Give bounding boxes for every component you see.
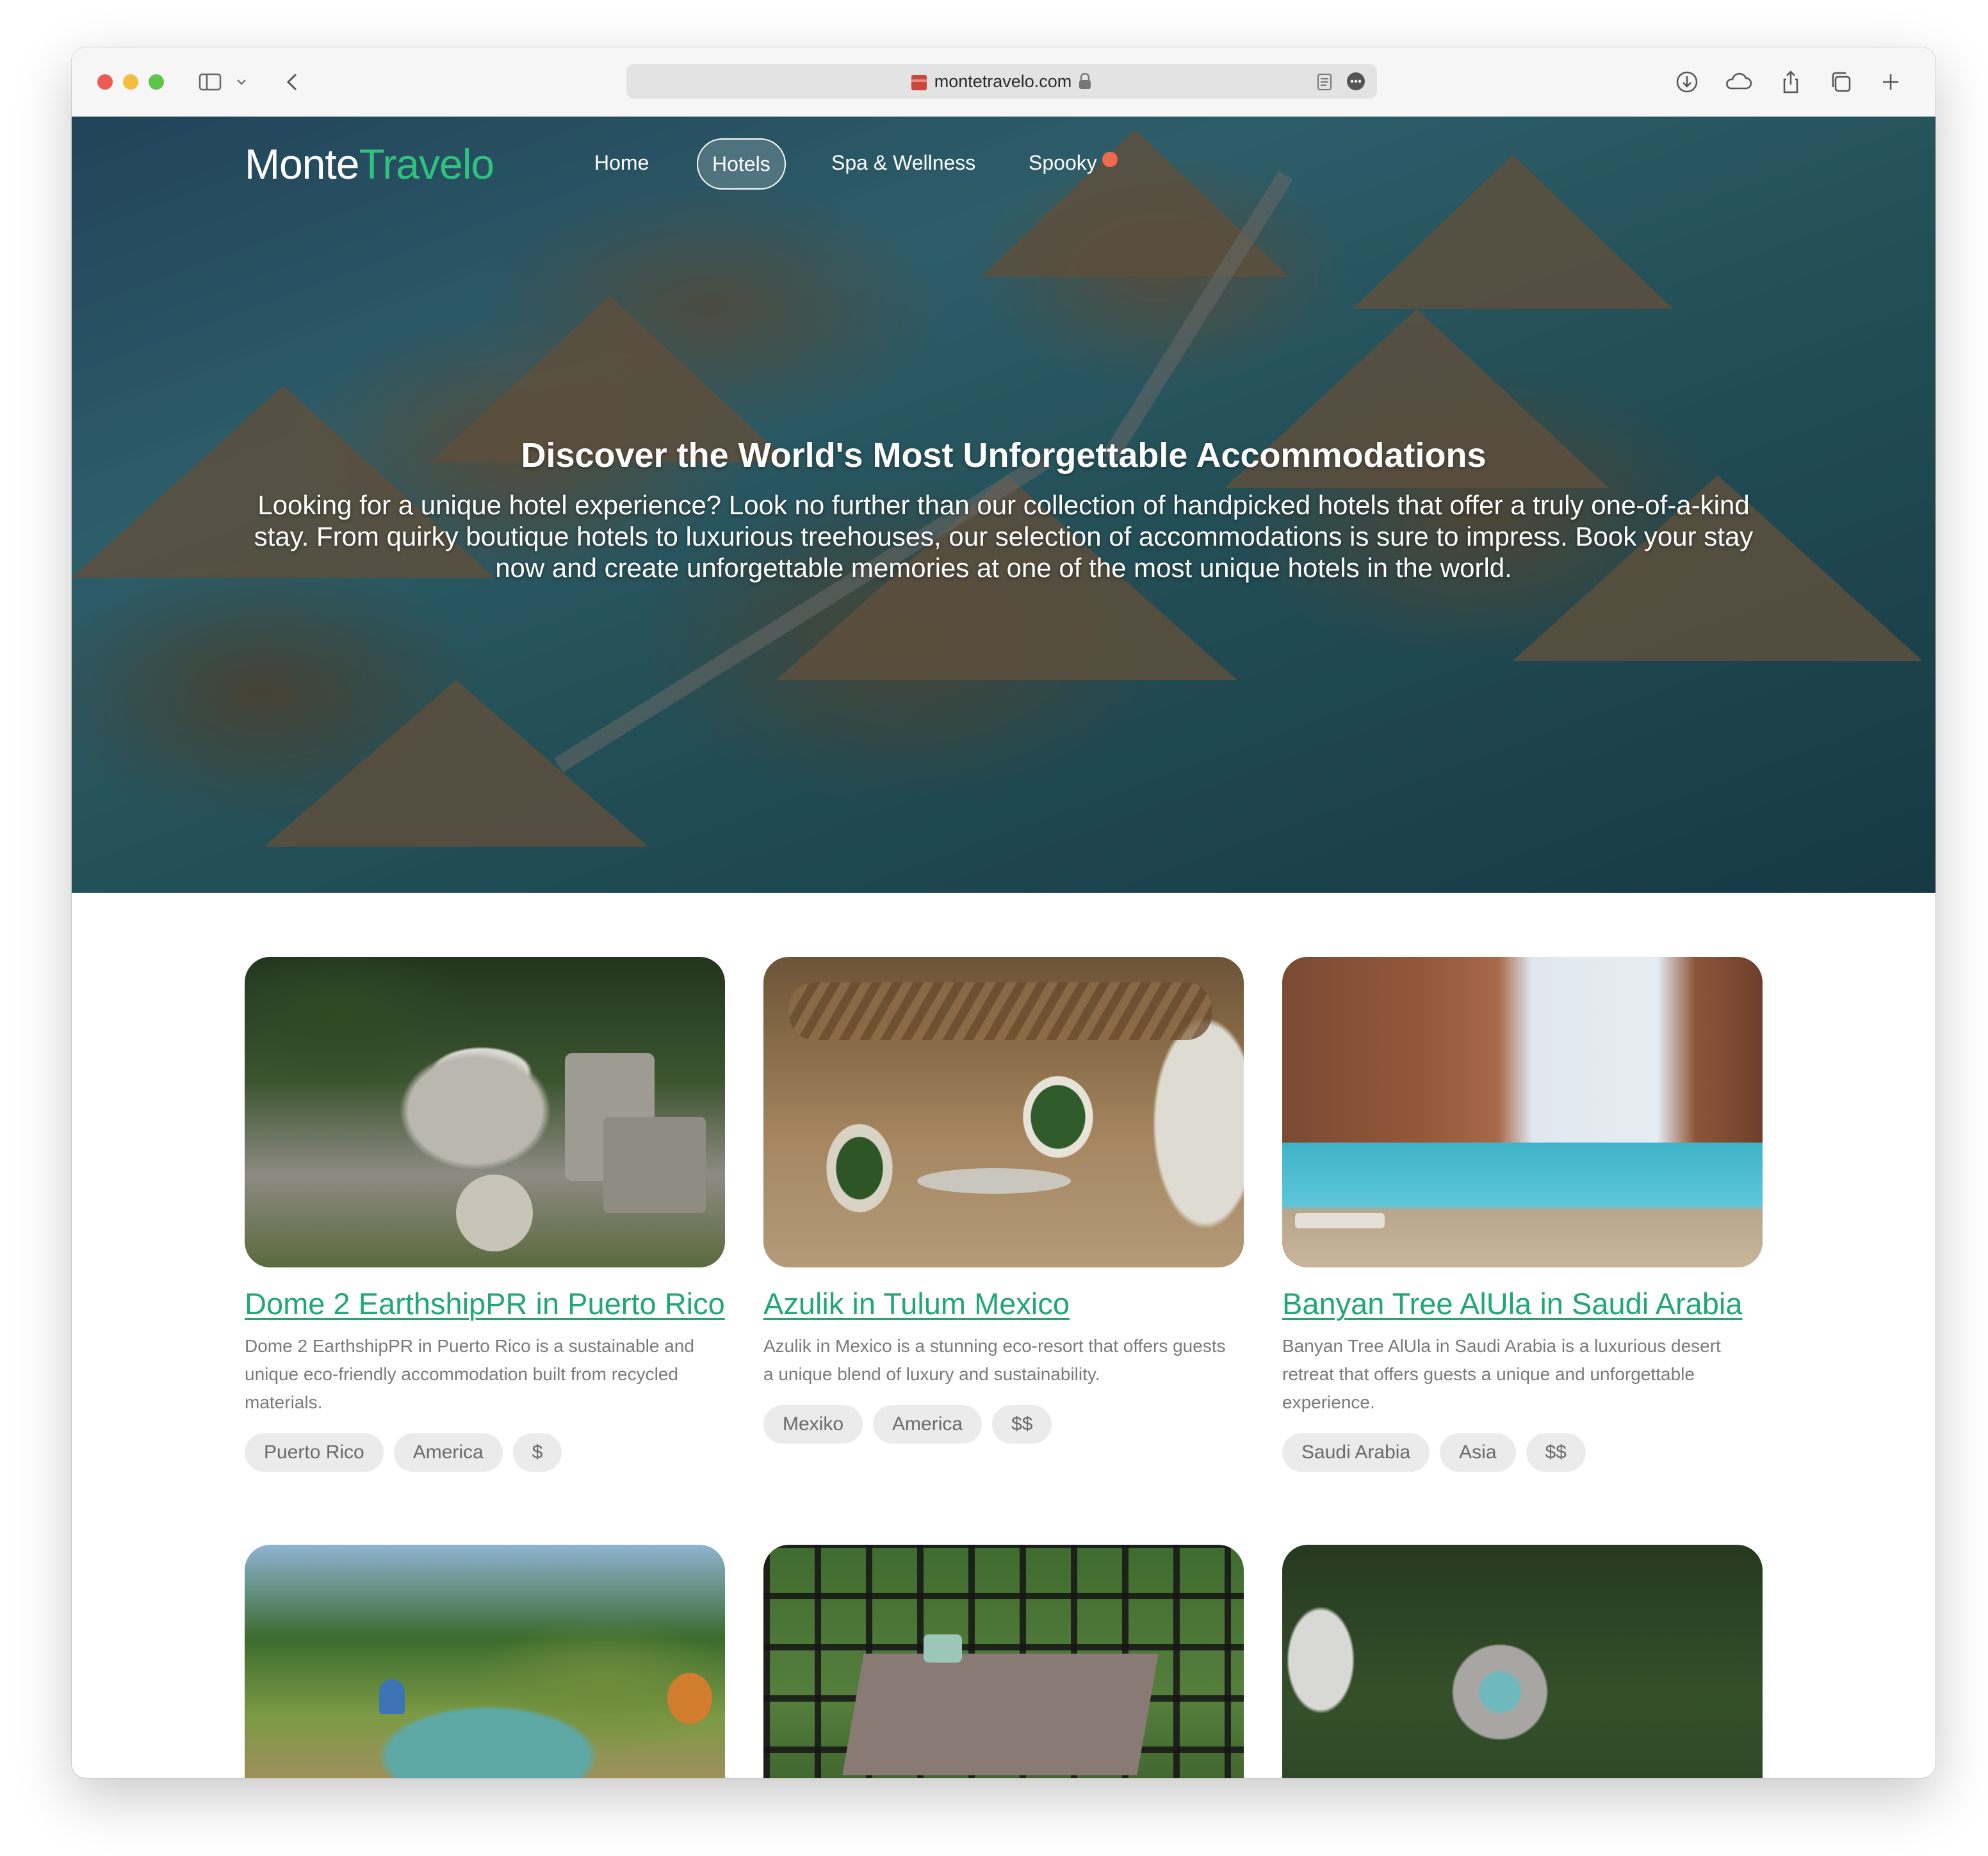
hotel-image-treetop-pod[interactable] bbox=[1282, 1545, 1763, 1778]
tag-location[interactable]: Mexiko bbox=[763, 1405, 863, 1444]
share-icon[interactable] bbox=[1778, 69, 1804, 95]
tab-overview-icon[interactable] bbox=[1828, 69, 1854, 95]
nav-spa-label: Spa & Wellness bbox=[831, 151, 976, 174]
hotel-image-earthship[interactable] bbox=[245, 957, 725, 1267]
hotel-card: Dome 2 EarthshipPR in Puerto Rico Dome 2… bbox=[245, 957, 725, 1472]
hotel-description: Dome 2 EarthshipPR in Puerto Rico is a s… bbox=[245, 1336, 694, 1412]
hotel-title-link[interactable]: Banyan Tree AlUla in Saudi Arabia bbox=[1282, 1288, 1763, 1319]
icloud-icon[interactable] bbox=[1723, 69, 1754, 95]
hotel-card: Banyan Tree AlUla in Saudi Arabia Banyan… bbox=[1282, 957, 1763, 1472]
zoom-window-button[interactable] bbox=[149, 74, 164, 90]
more-options-icon[interactable] bbox=[1346, 72, 1365, 91]
nav-spa-wellness[interactable]: Spa & Wellness bbox=[817, 138, 990, 187]
nav-home[interactable]: Home bbox=[580, 138, 663, 187]
tag-price[interactable]: $$ bbox=[992, 1405, 1052, 1444]
tag-continent[interactable]: America bbox=[873, 1405, 982, 1444]
tag-location[interactable]: Puerto Rico bbox=[245, 1433, 384, 1472]
browser-window: montetravelo.com MonteTravelo Home Hotel… bbox=[72, 47, 1935, 1778]
hotel-tags: Saudi Arabia Asia $$ bbox=[1282, 1433, 1763, 1472]
hero-subtitle: Looking for a unique hotel experience? L… bbox=[254, 490, 1754, 583]
hotel-card bbox=[1282, 1545, 1763, 1778]
address-bar[interactable]: montetravelo.com bbox=[626, 64, 1377, 99]
site-favicon-icon bbox=[911, 75, 927, 90]
tag-price[interactable]: $$ bbox=[1526, 1433, 1586, 1472]
url-text: montetravelo.com bbox=[934, 72, 1072, 91]
hotel-tags: Puerto Rico America $ bbox=[245, 1433, 725, 1472]
nav-hotels-label: Hotels bbox=[712, 152, 770, 175]
logo-text-accent: Travelo bbox=[359, 140, 494, 188]
tag-continent[interactable]: Asia bbox=[1440, 1433, 1516, 1472]
hotel-image-banyan-tree[interactable] bbox=[1282, 957, 1763, 1267]
tag-continent[interactable]: America bbox=[393, 1433, 503, 1472]
reader-mode-icon[interactable] bbox=[1317, 73, 1332, 91]
tag-location[interactable]: Saudi Arabia bbox=[1282, 1433, 1430, 1472]
lock-icon bbox=[1079, 73, 1091, 89]
hotel-card bbox=[763, 1545, 1244, 1778]
nav-spooky-label: Spooky bbox=[1029, 151, 1097, 174]
hotel-title-link[interactable]: Azulik in Tulum Mexico bbox=[763, 1288, 1244, 1319]
hotel-tags: Mexiko America $$ bbox=[763, 1405, 1244, 1444]
sidebar-toggle-icon[interactable] bbox=[197, 69, 223, 95]
hotel-description: Banyan Tree AlUla in Saudi Arabia is a l… bbox=[1282, 1336, 1721, 1412]
hotel-image-jungle-cage[interactable] bbox=[763, 1545, 1244, 1778]
logo-text-primary: Monte bbox=[245, 140, 359, 188]
close-window-button[interactable] bbox=[97, 74, 113, 90]
hotel-image-hobbit-houses[interactable] bbox=[245, 1545, 725, 1778]
tag-price[interactable]: $ bbox=[512, 1433, 562, 1472]
chevron-down-icon[interactable] bbox=[234, 69, 248, 95]
hotel-card bbox=[245, 1545, 725, 1778]
browser-toolbar: montetravelo.com bbox=[72, 47, 1935, 117]
hero-title: Discover the World's Most Unforgettable … bbox=[521, 436, 1487, 475]
nav-home-label: Home bbox=[594, 151, 649, 174]
site-logo[interactable]: MonteTravelo bbox=[245, 136, 494, 192]
hero-section: MonteTravelo Home Hotels Spa & Wellness … bbox=[72, 117, 1935, 893]
hotel-title-link[interactable]: Dome 2 EarthshipPR in Puerto Rico bbox=[245, 1288, 725, 1319]
hotel-description: Azulik in Mexico is a stunning eco-resor… bbox=[763, 1336, 1226, 1384]
nav-hotels[interactable]: Hotels bbox=[697, 138, 786, 190]
new-tab-icon[interactable] bbox=[1878, 69, 1903, 95]
download-icon[interactable] bbox=[1674, 69, 1700, 95]
back-arrow-icon[interactable] bbox=[281, 69, 306, 95]
hotel-image-azulik[interactable] bbox=[763, 957, 1244, 1267]
nav-spooky[interactable]: Spooky bbox=[1014, 138, 1132, 187]
spooky-emoji-icon bbox=[1102, 152, 1118, 167]
hotel-card: Azulik in Tulum Mexico Azulik in Mexico … bbox=[763, 957, 1244, 1444]
minimize-window-button[interactable] bbox=[123, 74, 138, 90]
